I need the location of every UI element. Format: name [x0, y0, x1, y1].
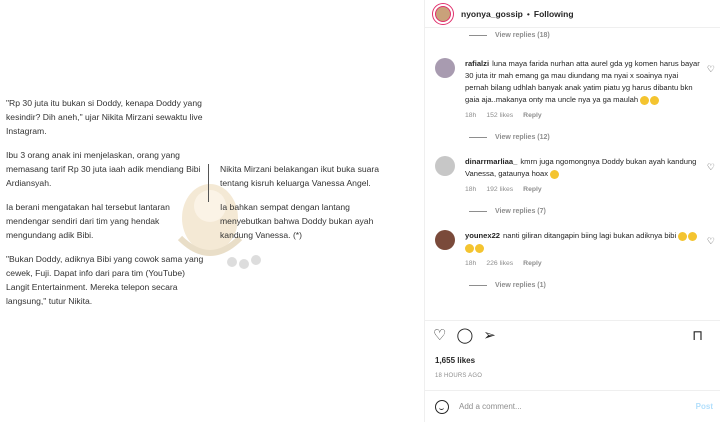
emoji-icon — [640, 95, 650, 105]
view-replies-button[interactable]: View replies (1) — [425, 278, 720, 292]
emoji-icon — [650, 95, 660, 105]
comment-time: 18h — [465, 260, 477, 267]
comment-meta: 18h 152 likes Reply — [465, 112, 701, 124]
comment-body: luna maya farida nurhan atta aurel gda y… — [465, 59, 700, 104]
comment-item: younex22 nanti giliran ditangapin biing l… — [425, 226, 720, 272]
article-paragraph: Ia bahkan sempat dengan lantang menyebut… — [220, 202, 374, 240]
post-timestamp: 18 HOURS AGO — [435, 373, 483, 379]
article-paragraph: Ibu 3 orang anak ini menjelaskan, orang … — [6, 150, 201, 188]
separator-dot: • — [526, 8, 530, 19]
reply-button[interactable]: Reply — [523, 186, 542, 198]
comment-meta: 18h 226 likes Reply — [465, 260, 701, 272]
comment-icon[interactable]: ◯ — [456, 328, 473, 343]
heart-icon[interactable]: ♡ — [707, 236, 715, 247]
post-button[interactable]: Post — [696, 402, 713, 411]
article-column-right: Nikita Mirzani belakangan ikut buka suar… — [220, 162, 400, 252]
replies-line — [469, 210, 487, 212]
emoji-icon — [678, 231, 688, 241]
view-replies-button[interactable]: View replies (12) — [425, 130, 720, 144]
reply-button[interactable]: Reply — [523, 260, 542, 272]
emoji-icon — [475, 243, 484, 253]
comment-likes[interactable]: 152 likes — [486, 112, 513, 124]
view-replies-button[interactable]: View replies (7) — [425, 204, 720, 218]
comment-avatar[interactable] — [435, 156, 455, 176]
article-paragraph: "Rp 30 juta itu bukan si Doddy, kenapa D… — [6, 98, 203, 136]
view-replies-label: View replies (12) — [495, 133, 550, 141]
heart-icon[interactable]: ♡ — [707, 162, 715, 173]
replies-line — [469, 136, 487, 138]
comment-item: dinarrmarliaa_ kmrn juga ngomongnya Doddy… — [425, 152, 720, 198]
emoji-icon — [688, 231, 698, 241]
comment-meta: 18h 192 likes Reply — [465, 186, 701, 198]
view-replies-button[interactable]: View replies (18) — [425, 28, 720, 42]
comment-likes[interactable]: 192 likes — [486, 186, 513, 198]
comment-avatar[interactable] — [435, 230, 455, 250]
comment-time: 18h — [465, 186, 477, 193]
following-button[interactable]: Following — [534, 9, 574, 19]
comment-text: younex22 nanti giliran ditangapin biing l… — [465, 230, 701, 254]
comment-text: rafialzi luna maya farida nurhan atta aur… — [465, 58, 701, 106]
comment-username[interactable]: dinarrmarliaa_ — [465, 157, 517, 166]
username-link[interactable]: nyonya_gossip — [461, 9, 523, 19]
comment-item: rafialzi luna maya farida nurhan atta aur… — [425, 54, 720, 124]
avatar[interactable] — [433, 3, 453, 24]
article-paragraph: Nikita Mirzani belakangan ikut buka suar… — [220, 164, 380, 188]
comment-time: 18h — [465, 112, 477, 119]
view-replies-label: View replies (7) — [495, 207, 546, 215]
view-replies-label: View replies (1) — [495, 281, 546, 289]
comment-username[interactable]: rafialzi — [465, 59, 489, 68]
replies-line — [469, 284, 487, 286]
share-icon[interactable]: ➢ — [483, 328, 496, 343]
emoji-icon[interactable] — [435, 399, 449, 414]
comment-text: dinarrmarliaa_ kmrn juga ngomongnya Doddy… — [465, 156, 701, 180]
post-media: "Rp 30 juta itu bukan si Doddy, kenapa D… — [0, 0, 424, 422]
article-column-left: "Rp 30 juta itu bukan si Doddy, kenapa D… — [6, 96, 206, 318]
comment-avatar[interactable] — [435, 58, 455, 78]
post-header: nyonya_gossip • Following — [425, 0, 720, 28]
comment-likes[interactable]: 226 likes — [486, 260, 513, 272]
add-comment-bar: Post — [425, 390, 720, 422]
reply-button[interactable]: Reply — [523, 112, 542, 124]
heart-icon[interactable]: ♡ — [433, 328, 446, 343]
comment-body: nanti giliran ditangapin biing lagi buka… — [503, 231, 677, 240]
heart-icon[interactable]: ♡ — [707, 64, 715, 75]
comment-username[interactable]: younex22 — [465, 231, 500, 240]
article-paragraph: Ia berani mengatakan hal tersebut lantar… — [6, 202, 170, 240]
action-bar: ♡ ◯ ➢ ⊓ — [425, 320, 720, 350]
comments-list: View replies (18) rafialzi luna maya fari… — [425, 28, 720, 320]
comment-input[interactable] — [459, 402, 679, 411]
emoji-icon — [550, 169, 560, 179]
emoji-icon — [465, 243, 474, 253]
likes-count[interactable]: 1,655 likes — [435, 356, 475, 365]
bookmark-icon[interactable]: ⊓ — [692, 328, 703, 342]
post-panel: nyonya_gossip • Following View replies (… — [424, 0, 720, 422]
replies-line — [469, 34, 487, 36]
column-divider — [208, 164, 209, 202]
view-replies-label: View replies (18) — [495, 31, 550, 39]
article-paragraph: "Bukan Doddy, adiknya Bibi yang cowok sa… — [6, 254, 204, 306]
